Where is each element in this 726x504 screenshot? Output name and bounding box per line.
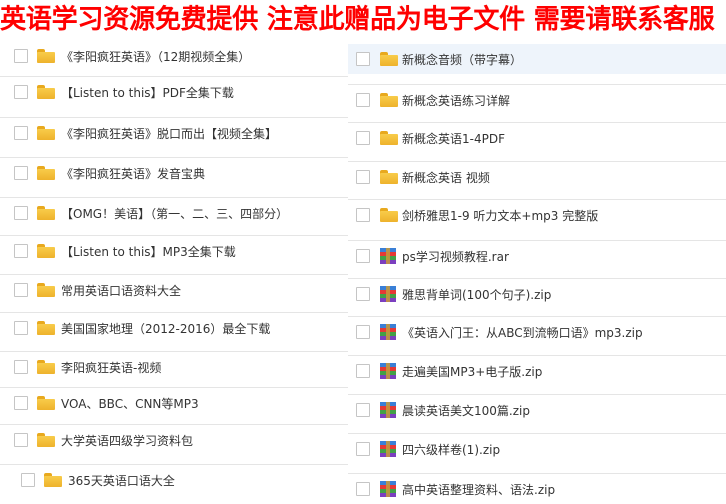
select-checkbox[interactable] — [21, 473, 35, 487]
folder-icon — [37, 126, 55, 140]
select-checkbox[interactable] — [14, 244, 28, 258]
folder-icon — [37, 321, 55, 335]
right-file-row[interactable]: 高中英语整理资料、语法.zip — [348, 473, 726, 504]
folder-icon — [37, 396, 55, 410]
select-checkbox[interactable] — [356, 442, 370, 456]
folder-icon — [44, 473, 62, 487]
select-checkbox[interactable] — [356, 482, 370, 496]
archive-icon — [380, 363, 396, 379]
file-name[interactable]: 新概念英语练习详解 — [402, 92, 510, 109]
file-name[interactable]: ps学习视频教程.rar — [402, 248, 509, 265]
folder-icon — [380, 208, 398, 222]
right-file-row[interactable]: 新概念英语1-4PDF — [348, 122, 726, 153]
select-checkbox[interactable] — [356, 364, 370, 378]
left-file-row[interactable]: VOA、BBC、CNN等MP3 — [0, 387, 348, 418]
folder-icon — [380, 52, 398, 66]
select-checkbox[interactable] — [14, 126, 28, 140]
file-name[interactable]: 【Listen to this】MP3全集下载 — [61, 243, 236, 260]
left-file-row[interactable]: 李阳疯狂英语-视频 — [0, 351, 348, 382]
select-checkbox[interactable] — [14, 360, 28, 374]
select-checkbox[interactable] — [356, 249, 370, 263]
file-name[interactable]: VOA、BBC、CNN等MP3 — [61, 395, 199, 412]
file-name[interactable]: 晨读英语美文100篇.zip — [402, 402, 530, 419]
select-checkbox[interactable] — [14, 283, 28, 297]
file-name[interactable]: 【Listen to this】PDF全集下载 — [61, 84, 234, 101]
folder-icon — [37, 206, 55, 220]
file-name[interactable]: 《英语入门王：从ABC到流畅口语》mp3.zip — [402, 324, 643, 341]
select-checkbox[interactable] — [356, 93, 370, 107]
folder-icon — [37, 49, 55, 63]
select-checkbox[interactable] — [14, 321, 28, 335]
file-name[interactable]: 常用英语口语资料大全 — [61, 282, 181, 299]
select-checkbox[interactable] — [356, 325, 370, 339]
file-name[interactable]: 走遍美国MP3+电子版.zip — [402, 363, 542, 380]
right-file-row[interactable]: 四六级样卷(1).zip — [348, 433, 726, 464]
folder-icon — [37, 166, 55, 180]
select-checkbox[interactable] — [356, 131, 370, 145]
archive-icon — [380, 286, 396, 302]
right-file-row[interactable]: ps学习视频教程.rar — [348, 240, 726, 271]
select-checkbox[interactable] — [356, 52, 370, 66]
right-file-row[interactable]: 《英语入门王：从ABC到流畅口语》mp3.zip — [348, 316, 726, 347]
right-file-row[interactable]: 晨读英语美文100篇.zip — [348, 394, 726, 425]
file-name[interactable]: 《李阳疯狂英语》脱口而出【视频全集】 — [61, 125, 277, 142]
select-checkbox[interactable] — [14, 166, 28, 180]
folder-icon — [380, 93, 398, 107]
right-file-row[interactable]: 雅思背单词(100个句子).zip — [348, 278, 726, 309]
right-file-row[interactable]: 新概念音频（带字幕） — [348, 44, 726, 74]
left-file-row[interactable]: 《李阳疯狂英语》发音宝典 — [0, 157, 348, 188]
file-name[interactable]: 高中英语整理资料、语法.zip — [402, 481, 555, 498]
file-name[interactable]: 《李阳疯狂英语》（12期视频全集） — [61, 48, 250, 65]
right-file-row[interactable]: 剑桥雅思1-9 听力文本+mp3 完整版 — [348, 199, 726, 230]
select-checkbox[interactable] — [356, 208, 370, 222]
select-checkbox[interactable] — [14, 49, 28, 63]
select-checkbox[interactable] — [14, 433, 28, 447]
folder-icon — [37, 360, 55, 374]
left-file-row[interactable]: 《李阳疯狂英语》（12期视频全集） — [0, 41, 348, 71]
left-file-row[interactable]: 大学英语四级学习资料包 — [0, 424, 348, 455]
file-name[interactable]: 四六级样卷(1).zip — [402, 441, 500, 458]
archive-icon — [380, 481, 396, 497]
file-name[interactable]: 【OMG！美语】（第一、二、三、四部分） — [61, 205, 288, 222]
file-name[interactable]: 365天英语口语大全 — [68, 472, 175, 489]
folder-icon — [37, 85, 55, 99]
file-name[interactable]: 李阳疯狂英语-视频 — [61, 359, 161, 376]
folder-icon — [37, 433, 55, 447]
left-file-row[interactable]: 美国国家地理（2012-2016）最全下载 — [0, 312, 348, 343]
promo-banner: 英语学习资源免费提供 注意此赠品为电子文件 需要请联系客服 — [0, 4, 715, 35]
left-file-row[interactable]: 常用英语口语资料大全 — [0, 274, 348, 305]
archive-icon — [380, 324, 396, 340]
left-file-row[interactable]: 365天英语口语大全 — [0, 464, 348, 495]
select-checkbox[interactable] — [356, 170, 370, 184]
right-file-row[interactable]: 走遍美国MP3+电子版.zip — [348, 355, 726, 386]
select-checkbox[interactable] — [356, 403, 370, 417]
folder-icon — [380, 170, 398, 184]
right-file-row[interactable]: 新概念英语练习详解 — [348, 84, 726, 115]
left-file-row[interactable]: 《李阳疯狂英语》脱口而出【视频全集】 — [0, 117, 348, 148]
left-file-row[interactable]: 【OMG！美语】（第一、二、三、四部分） — [0, 197, 348, 228]
select-checkbox[interactable] — [356, 287, 370, 301]
file-name[interactable]: 雅思背单词(100个句子).zip — [402, 286, 551, 303]
archive-icon — [380, 402, 396, 418]
right-file-row[interactable]: 新概念英语 视频 — [348, 161, 726, 192]
file-name[interactable]: 美国国家地理（2012-2016）最全下载 — [61, 320, 270, 337]
file-name[interactable]: 新概念英语1-4PDF — [402, 130, 505, 147]
file-name[interactable]: 新概念英语 视频 — [402, 169, 490, 186]
archive-icon — [380, 248, 396, 264]
file-name[interactable]: 新概念音频（带字幕） — [402, 51, 522, 68]
folder-icon — [37, 244, 55, 258]
folder-icon — [380, 131, 398, 145]
folder-icon — [37, 283, 55, 297]
left-file-row[interactable]: 【Listen to this】MP3全集下载 — [0, 235, 348, 266]
file-name[interactable]: 剑桥雅思1-9 听力文本+mp3 完整版 — [402, 207, 598, 224]
archive-icon — [380, 441, 396, 457]
file-name[interactable]: 大学英语四级学习资料包 — [61, 432, 193, 449]
left-file-row[interactable]: 【Listen to this】PDF全集下载 — [0, 76, 348, 107]
select-checkbox[interactable] — [14, 396, 28, 410]
select-checkbox[interactable] — [14, 206, 28, 220]
file-name[interactable]: 《李阳疯狂英语》发音宝典 — [61, 165, 205, 182]
select-checkbox[interactable] — [14, 85, 28, 99]
